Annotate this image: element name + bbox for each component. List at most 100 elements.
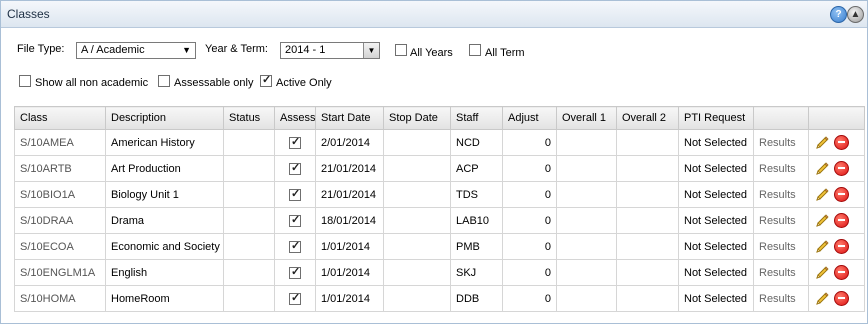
file-type-label: File Type: [17,43,65,55]
active-only-checkbox[interactable] [260,73,272,87]
row-actions [808,155,865,182]
adjust-cell: 0 [502,155,557,182]
stop-date-cell [383,181,451,208]
delete-icon[interactable] [834,135,849,150]
overall-1-cell [556,155,617,182]
overall-2-cell [616,259,679,286]
classes-table: Class Description Status Assess Start Date St… [14,106,865,312]
row-actions [808,285,865,312]
delete-icon[interactable] [834,187,849,202]
column-header[interactable]: Status [223,106,275,130]
column-header[interactable]: Start Date [315,106,384,130]
staff-cell: ACP [450,155,503,182]
column-header[interactable] [753,106,809,130]
adjust-cell: 0 [502,129,557,156]
column-header[interactable]: Overall 1 [556,106,617,130]
assessable-only-checkbox[interactable] [158,75,170,87]
assess-cell [274,259,316,286]
description-cell: Economic and Society [105,233,224,260]
year-term-select[interactable]: 2014 - 1 ▼ [280,42,380,59]
assess-cell [274,285,316,312]
pencil-icon[interactable] [814,187,830,203]
description-cell: American History [105,129,224,156]
assess-checkbox[interactable] [289,135,301,149]
pencil-icon[interactable] [814,291,830,307]
overall-2-cell [616,285,679,312]
assess-checkbox[interactable] [289,187,301,201]
column-header[interactable]: Adjust [502,106,557,130]
class-code-cell: S/10ENGLM1A [14,259,106,286]
panel-title: Classes [7,7,50,21]
start-date-cell: 2/01/2014 [315,129,384,156]
status-cell [223,233,275,260]
staff-cell: DDB [450,285,503,312]
year-term-label: Year & Term: [205,43,268,55]
pti-request-cell: Not Selected [678,129,754,156]
delete-icon[interactable] [834,291,849,306]
adjust-cell: 0 [502,285,557,312]
overall-2-cell [616,233,679,260]
collapse-up-icon[interactable]: ▲ [847,6,864,23]
status-cell [223,207,275,234]
delete-icon[interactable] [834,239,849,254]
delete-icon[interactable] [834,265,849,280]
overall-1-cell [556,207,617,234]
show-non-academic-label: Show all non academic [35,77,149,89]
results-link[interactable]: Results [753,155,809,182]
pencil-icon[interactable] [814,161,830,177]
delete-icon[interactable] [834,213,849,228]
pencil-icon[interactable] [814,135,830,151]
table-row[interactable]: S/10AMEAAmerican History 2/01/2014 NCD0 Not… [14,129,865,156]
assess-checkbox[interactable] [289,265,301,279]
start-date-cell: 1/01/2014 [315,233,384,260]
pencil-icon[interactable] [814,239,830,255]
assess-cell [274,181,316,208]
filters-area: File Type: A / Academic ▼ Year & Term: 2… [13,39,853,97]
column-header[interactable]: Overall 2 [616,106,679,130]
help-icon[interactable]: ? [830,6,847,23]
adjust-cell: 0 [502,259,557,286]
column-header[interactable]: Staff [450,106,503,130]
pencil-icon[interactable] [814,213,830,229]
start-date-cell: 21/01/2014 [315,181,384,208]
description-cell: Art Production [105,155,224,182]
overall-1-cell [556,285,617,312]
table-row[interactable]: S/10BIO1ABiology Unit 1 21/01/2014 TDS0 Not… [14,181,865,208]
assess-checkbox[interactable] [289,213,301,227]
all-years-checkbox[interactable] [395,44,407,56]
start-date-cell: 21/01/2014 [315,155,384,182]
assess-checkbox[interactable] [289,239,301,253]
results-link[interactable]: Results [753,129,809,156]
table-row[interactable]: S/10HOMAHomeRoom 1/01/2014 DDB0 Not Selecte… [14,285,865,312]
column-header[interactable]: Class [14,106,106,130]
table-row[interactable]: S/10ENGLM1AEnglish 1/01/2014 SKJ0 Not Selec… [14,259,865,286]
table-row[interactable]: S/10ARTBArt Production 21/01/2014 ACP0 Not … [14,155,865,182]
results-link[interactable]: Results [753,285,809,312]
pencil-icon[interactable] [814,265,830,281]
file-type-select[interactable]: A / Academic ▼ [76,42,196,59]
column-header[interactable]: Stop Date [383,106,451,130]
row-actions [808,129,865,156]
show-non-academic-checkbox[interactable] [19,75,31,87]
all-term-checkbox[interactable] [469,44,481,56]
staff-cell: SKJ [450,259,503,286]
pti-request-cell: Not Selected [678,285,754,312]
column-header[interactable]: PTI Request [678,106,754,130]
overall-2-cell [616,155,679,182]
results-link[interactable]: Results [753,233,809,260]
assess-checkbox[interactable] [289,291,301,305]
results-link[interactable]: Results [753,181,809,208]
column-header[interactable]: Assess [274,106,316,130]
results-link[interactable]: Results [753,259,809,286]
delete-icon[interactable] [834,161,849,176]
table-row[interactable]: S/10DRAADrama 18/01/2014 LAB100 Not Selecte… [14,207,865,234]
results-link[interactable]: Results [753,207,809,234]
class-code-cell: S/10AMEA [14,129,106,156]
column-header[interactable] [808,106,865,130]
pti-request-cell: Not Selected [678,155,754,182]
assess-checkbox[interactable] [289,161,301,175]
table-row[interactable]: S/10ECOAEconomic and Society 1/01/2014 PMB… [14,233,865,260]
column-header[interactable]: Description [105,106,224,130]
overall-2-cell [616,129,679,156]
class-code-cell: S/10ECOA [14,233,106,260]
